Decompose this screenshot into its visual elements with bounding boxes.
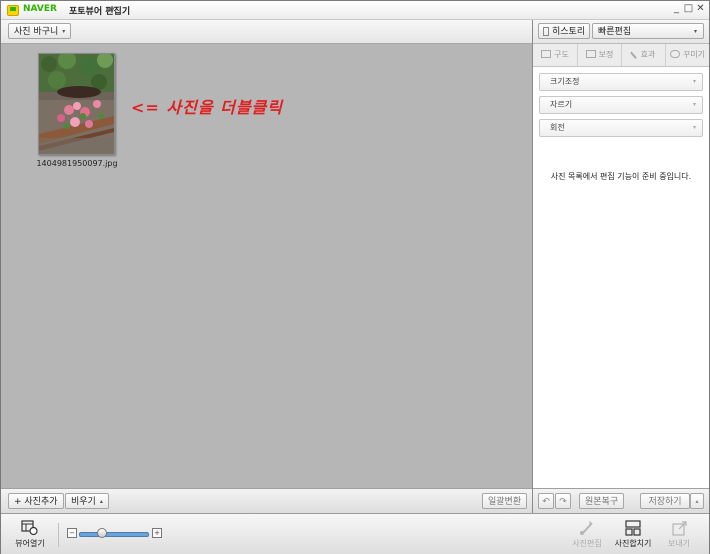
crop-label: 자르기 <box>550 100 573 109</box>
photo-edit-label: 사진편집 <box>572 539 602 548</box>
batch-convert-label: 일괄변환 <box>488 497 522 507</box>
quick-edit-dropdown[interactable]: 빠른편집 ▾ <box>592 23 704 39</box>
add-photo-button[interactable]: + 사진추가 <box>8 493 64 509</box>
minimize-button[interactable]: _ <box>671 3 682 15</box>
app-window: NAVER 포토뷰어 편집기 ▾ _ □ ✕ 사진 바구니 ▾ 14049819… <box>0 0 710 554</box>
photo-merge-button[interactable]: 사진합치기 <box>610 520 656 549</box>
chevron-down-icon: ▾ <box>693 28 697 35</box>
photo-edit-button[interactable]: 사진편집 <box>565 520 609 549</box>
tab-decorate[interactable]: 꾸미기 <box>666 44 709 66</box>
add-photo-label: + 사진추가 <box>14 497 58 507</box>
tab-correction[interactable]: 보정 <box>578 44 622 66</box>
redo-button[interactable]: ↷ <box>555 493 571 509</box>
tab-label: 보정 <box>598 50 614 59</box>
adjust-icon <box>585 50 596 58</box>
edit-panel-toolbar: 히스토리 빠른편집 ▾ <box>533 20 709 44</box>
save-label: 저장하기 <box>648 497 682 507</box>
rotate-label: 회전 <box>550 123 565 132</box>
zoom-slider-knob[interactable] <box>96 528 107 538</box>
edit-bottom-bar: ↶ ↷ 원본복구 저장하기 ▴ <box>533 488 709 514</box>
viewer-icon <box>21 520 38 536</box>
title-bar[interactable]: NAVER 포토뷰어 편집기 ▾ _ □ ✕ <box>1 1 709 20</box>
send-label: 보내기 <box>667 539 691 548</box>
merge-icon <box>625 520 641 536</box>
restore-original-button[interactable]: 원본복구 <box>579 493 625 509</box>
basket-toolbar: 사진 바구니 ▾ <box>1 20 532 44</box>
edit-tabs: 구도 보정 효과 꾸미기 <box>533 44 709 67</box>
chevron-down-icon: ▾ <box>692 78 696 85</box>
chevron-down-icon: ▾ <box>62 28 66 35</box>
batch-convert-button[interactable]: 일괄변환 <box>482 493 528 509</box>
chevron-up-icon: ▴ <box>695 498 699 505</box>
restore-label: 원본복구 <box>585 497 619 507</box>
tab-label: 효과 <box>640 50 656 59</box>
basket-dropdown-label: 사진 바구니 <box>14 27 59 37</box>
resize-label: 크기조정 <box>550 77 580 86</box>
double-click-hint: <= 사진을 더블클릭 <box>131 98 283 117</box>
title-menu-chevron-icon[interactable]: ▾ <box>111 5 115 13</box>
zoom-slider[interactable] <box>79 528 149 538</box>
photo-thumbnail[interactable] <box>38 53 115 155</box>
maximize-button[interactable]: □ <box>683 3 694 15</box>
history-label: 히스토리 <box>552 27 586 37</box>
footer-toolbar: 뷰어열기 − + 사진편집 사진합치기 보내기 <box>1 513 709 554</box>
zoom-in-icon[interactable]: + <box>152 528 162 538</box>
tab-composition[interactable]: 구도 <box>533 44 578 66</box>
tab-label: 구도 <box>554 50 569 59</box>
quick-edit-label: 빠른편집 <box>598 27 632 37</box>
save-button[interactable]: 저장하기 <box>640 493 690 509</box>
save-options-button[interactable]: ▴ <box>690 493 704 509</box>
resize-dropdown[interactable]: 크기조정 ▾ <box>539 73 703 91</box>
zoom-out-icon[interactable]: − <box>67 528 77 538</box>
redo-icon: ↷ <box>559 497 567 507</box>
tab-effects[interactable]: 효과 <box>622 44 666 66</box>
share-icon <box>672 521 687 536</box>
viewer-open-button[interactable]: 뷰어열기 <box>8 520 52 549</box>
undo-icon: ↶ <box>542 497 550 507</box>
crop-dropdown[interactable]: 자르기 ▾ <box>539 96 703 114</box>
clear-label: 비우기 <box>71 497 96 507</box>
magic-wand-icon <box>629 49 640 59</box>
history-icon <box>543 27 549 36</box>
glasses-icon <box>669 50 680 58</box>
chevron-down-icon: ▾ <box>692 124 696 131</box>
photo-thumbnail-image <box>39 54 114 154</box>
tab-label: 꾸미기 <box>682 50 706 59</box>
photo-basket-area[interactable]: 사진 바구니 ▾ 1404981950097.jpg <= 사진을 더블클릭 +… <box>1 20 532 514</box>
brush-icon <box>580 521 593 535</box>
photo-filename: 1404981950097.jpg <box>36 159 118 168</box>
photo-merge-label: 사진합치기 <box>614 539 652 548</box>
basket-bottom-bar: + 사진추가 비우기 ▴ 일괄변환 <box>1 488 532 514</box>
undo-button[interactable]: ↶ <box>538 493 554 509</box>
app-logo-icon <box>7 5 19 16</box>
brand-name: NAVER <box>23 4 57 14</box>
edit-notice: 사진 목록에서 편집 기능이 준비 중입니다. <box>550 172 692 181</box>
app-title: 포토뷰어 편집기 <box>69 7 131 17</box>
close-button[interactable]: ✕ <box>695 3 706 15</box>
send-button[interactable]: 보내기 <box>657 520 701 549</box>
history-button[interactable]: 히스토리 <box>538 23 591 39</box>
chevron-down-icon: ▾ <box>692 101 696 108</box>
chevron-up-icon: ▴ <box>99 498 103 505</box>
viewer-open-label: 뷰어열기 <box>15 539 45 548</box>
crop-frame-icon <box>541 50 552 58</box>
rotate-dropdown[interactable]: 회전 ▾ <box>539 119 703 137</box>
edit-panel: 히스토리 빠른편집 ▾ 구도 보정 효과 꾸미기 크기조정 ▾ 자르기 ▾ 회전 ▾ 사… <box>533 20 709 514</box>
clear-button[interactable]: 비우기 ▴ <box>65 493 109 509</box>
footer-divider <box>58 523 59 547</box>
basket-dropdown[interactable]: 사진 바구니 ▾ <box>8 23 72 39</box>
